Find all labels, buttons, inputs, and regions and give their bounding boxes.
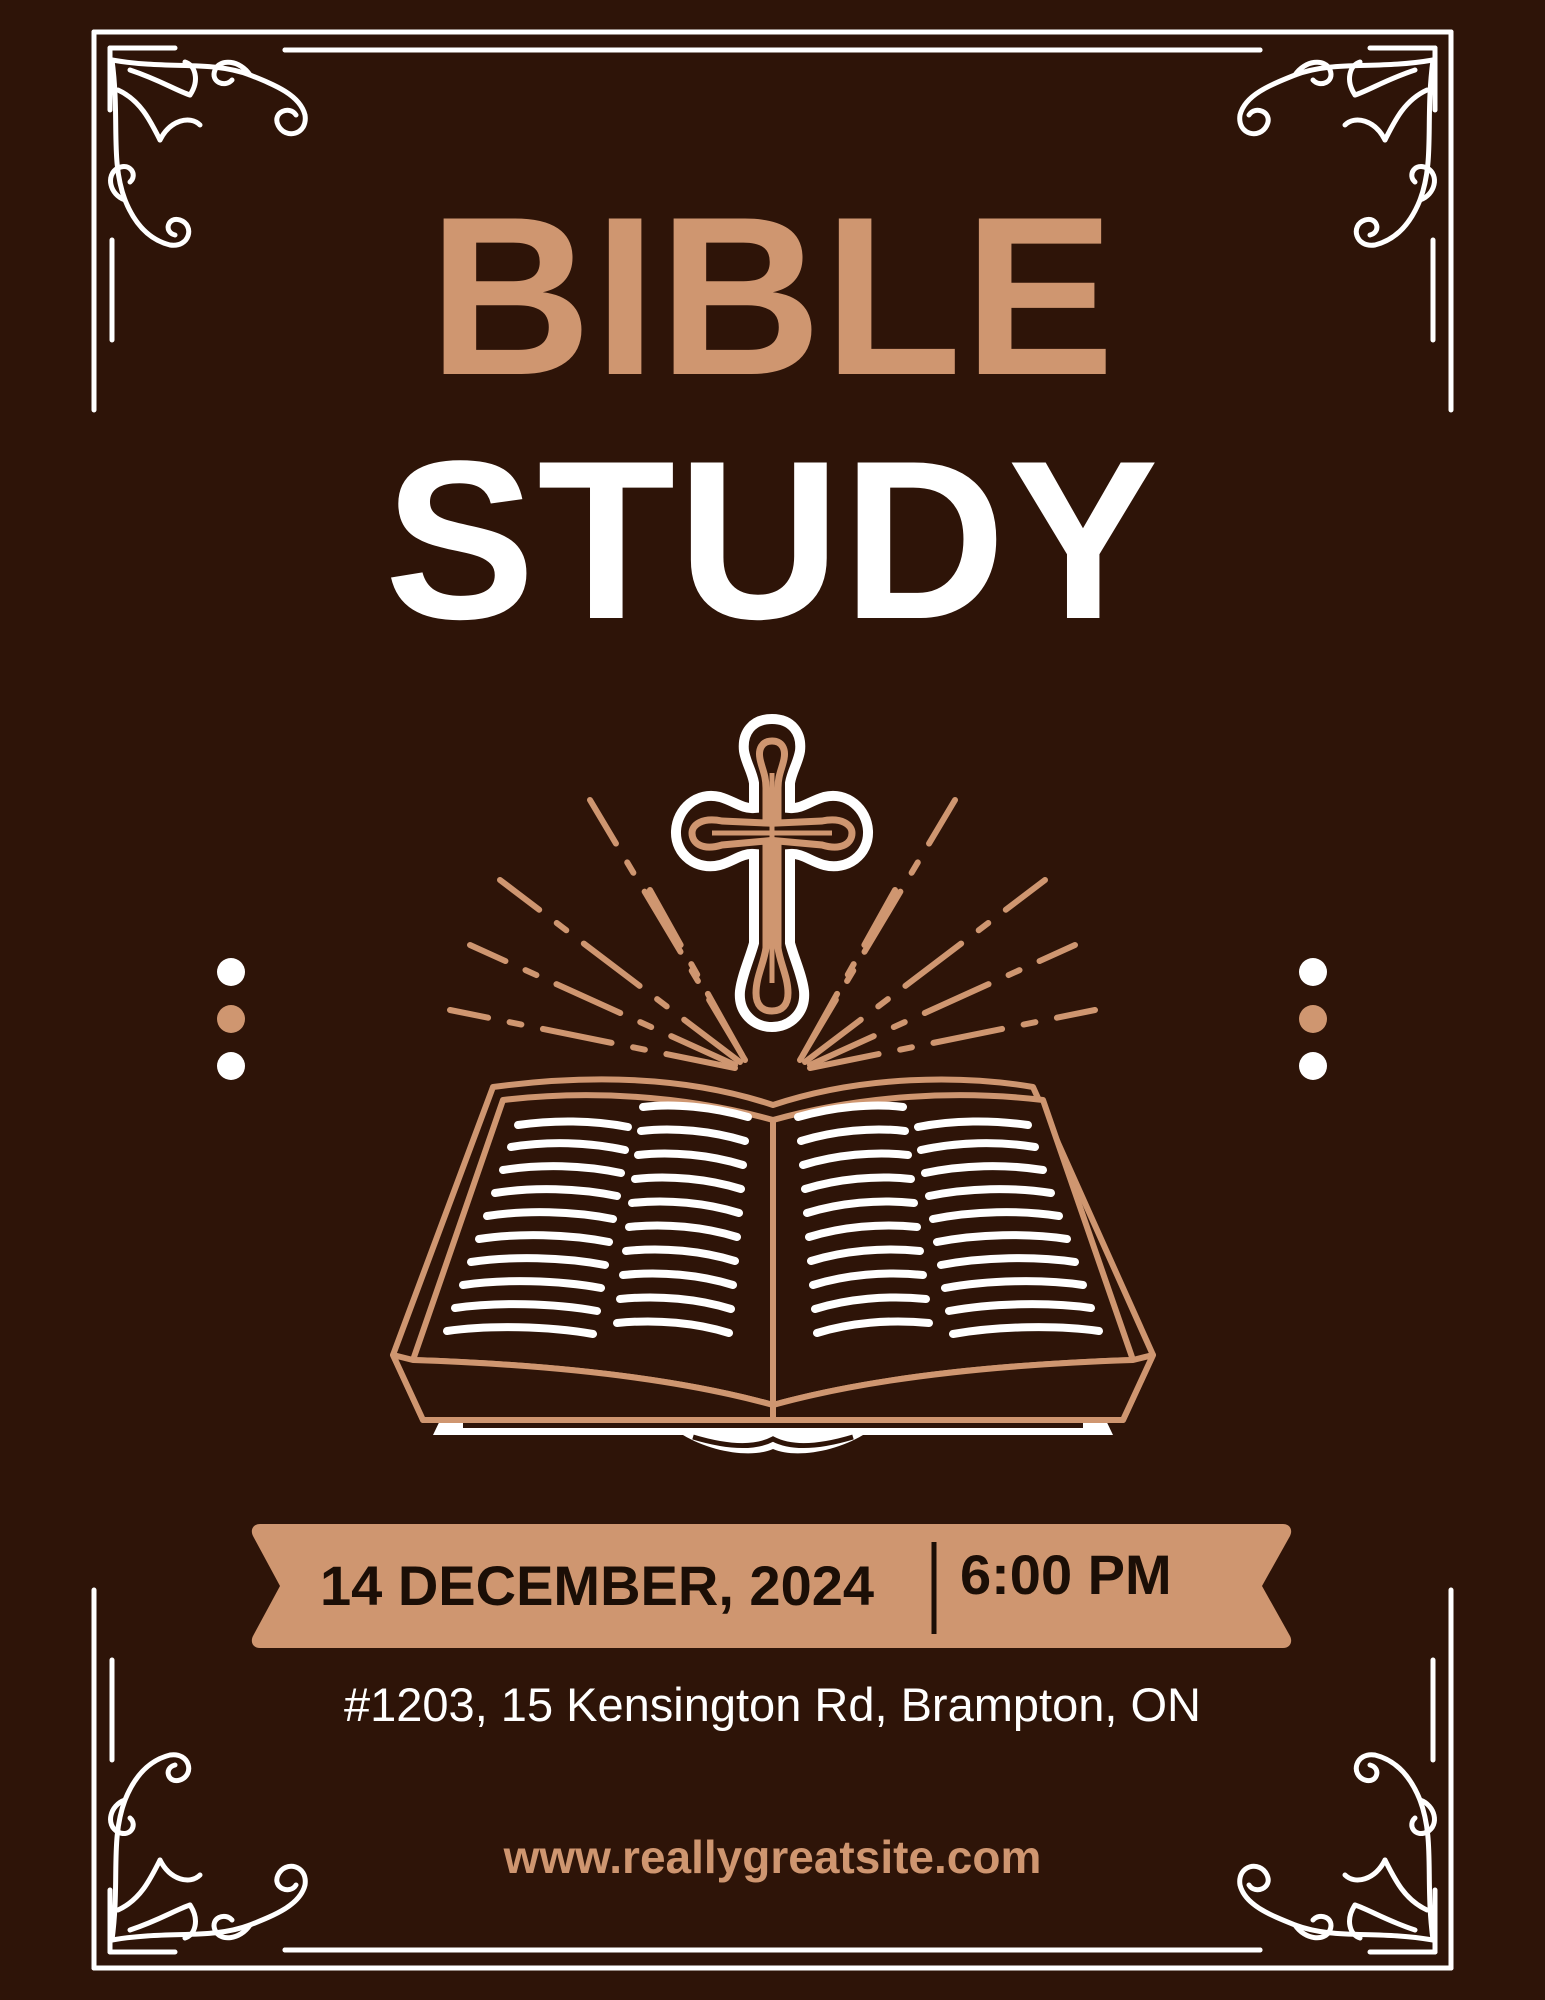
event-address: #1203, 15 Kensington Rd, Brampton, ON	[344, 1678, 1201, 1731]
cross-icon	[671, 713, 873, 1033]
event-date: 14 DECEMBER, 2024	[320, 1554, 875, 1617]
website-link[interactable]: www.reallygreatsite.com	[0, 1830, 1545, 1884]
event-time: 6:00 PM	[960, 1543, 1172, 1606]
open-bible-icon	[390, 1076, 1156, 1454]
